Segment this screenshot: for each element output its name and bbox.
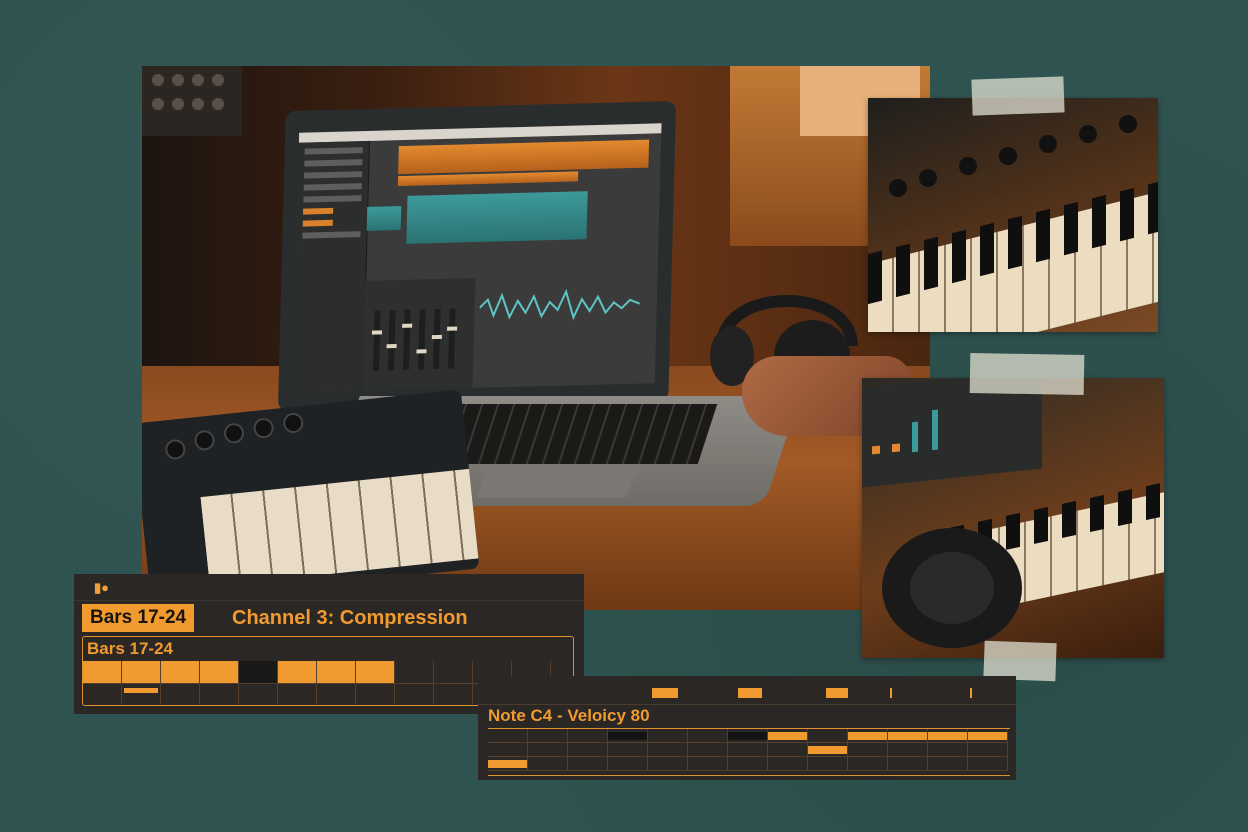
step-cell [239,684,278,704]
audio-track-orange [398,139,650,175]
step-cell [278,661,317,683]
note-cell [808,743,848,757]
rack-gear [142,66,242,136]
note-cell [688,729,728,743]
note-cell [688,743,728,757]
daw-display [292,123,662,393]
note-cell [848,757,888,771]
note-cell [768,729,808,743]
step-cell [356,684,395,704]
note-cell [648,729,688,743]
timeline-strip [478,684,1016,705]
marker [970,688,972,698]
note-cell [968,757,1008,771]
laptop-keyboard-headphones-photo [862,378,1164,658]
step-cell [122,661,161,683]
step-cell [200,684,239,704]
note-cell [608,743,648,757]
note-cell [488,729,528,743]
note-cell [728,743,768,757]
marker [826,688,848,698]
note-grid [488,728,1010,776]
step-cell [161,661,200,683]
step-cell [317,661,356,683]
marker [652,688,678,698]
bars-badge: Bars 17-24 [82,604,195,632]
step-cell [356,661,395,683]
step-cell [434,684,473,704]
marker [738,688,762,698]
note-cell [928,729,968,743]
note-cell [528,757,568,771]
note-cell [768,757,808,771]
laptop-screen [277,100,677,412]
waveform [479,288,641,321]
knob-row [889,115,1137,197]
note-cell [968,729,1008,743]
grid-label: Bars 17-24 [87,639,174,658]
audio-track-teal [406,191,588,244]
note-cell [848,729,888,743]
step-cell [434,661,473,683]
tape-strip [971,76,1065,116]
note-cell [928,743,968,757]
main-photo [142,66,930,610]
note-cell [608,757,648,771]
note-cell [648,743,688,757]
channel-title: Channel 3: Compression [232,607,468,629]
note-cell [888,743,928,757]
audio-track-orange-2 [397,171,579,187]
note-cell [568,729,608,743]
step-cell [317,684,356,704]
note-cell [768,743,808,757]
marker [890,688,892,698]
tape-strip [969,353,1085,395]
note-cell [888,757,928,771]
trackpad [476,468,637,498]
note-cell [648,757,688,771]
note-label: Note C4 - Veloicy 80 [488,706,650,725]
note-cell [808,757,848,771]
note-cell [888,729,928,743]
note-cell [568,743,608,757]
step-cell [83,684,122,704]
note-cell [728,757,768,771]
note-cell [968,743,1008,757]
note-cell [848,743,888,757]
step-cell [239,661,278,683]
note-cell [488,757,528,771]
note-cell [688,757,728,771]
step-cell [122,684,161,704]
note-cell [928,757,968,771]
note-panel: Note C4 - Veloicy 80 [478,676,1016,780]
pin-icon: ▮● [94,580,110,595]
note-cell [608,729,648,743]
step-cell [161,684,200,704]
note-cell [808,729,848,743]
note-cell [568,757,608,771]
mixer-panel [362,278,476,391]
step-cell [200,661,239,683]
note-cell [528,743,568,757]
step-cell [83,661,122,683]
step-cell [278,684,317,704]
note-cell [528,729,568,743]
track-list [292,140,370,393]
small-laptop-screen [862,378,1042,488]
note-cell [488,743,528,757]
step-cell [395,661,434,683]
step-cell [395,684,434,704]
synth-closeup-photo [868,98,1158,332]
midi-clip [366,206,402,231]
headphones-2 [882,528,1022,648]
note-cell [728,729,768,743]
